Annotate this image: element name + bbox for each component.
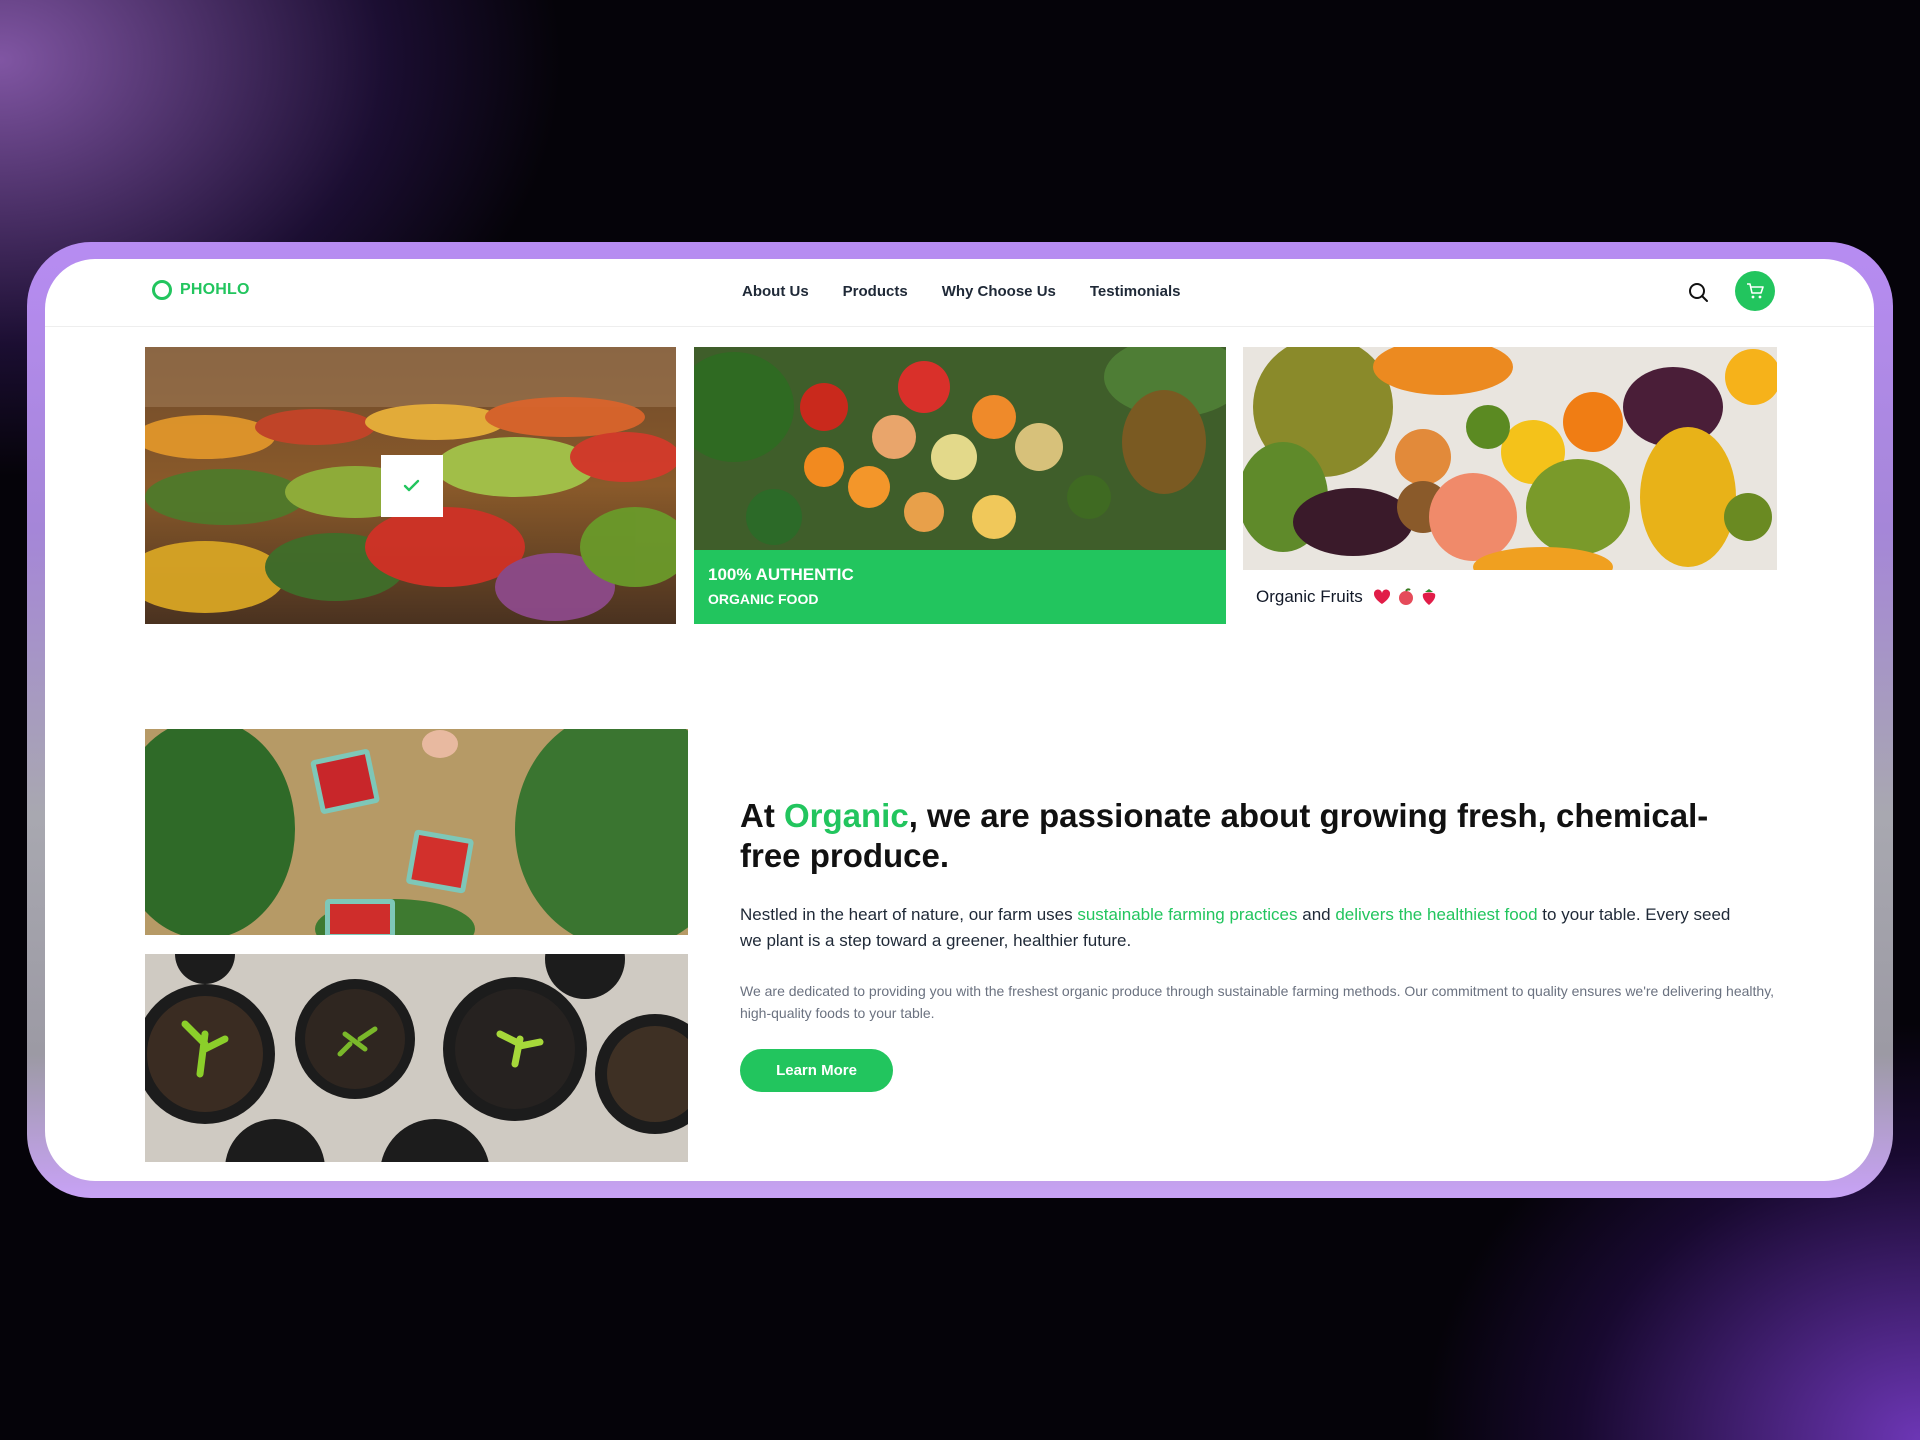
nav-about-us[interactable]: About Us [742,283,809,300]
authentic-subtitle: ORGANIC FOOD [708,591,819,607]
cart-icon [1747,283,1764,299]
fruits-caption: Organic Fruits [1243,570,1777,624]
apple-icon [1398,588,1413,605]
about-description: We are dedicated to providing you with t… [740,983,1775,1021]
lead-highlight-1: sustainable farming practices [1077,905,1298,924]
strawberry-icon [1422,589,1435,605]
fruits-label: Organic Fruits [1256,587,1363,606]
strawberry-field-image [145,729,688,935]
seedlings-pots-image [145,954,688,1162]
about-headline: At Organic, we are passionate about grow… [740,796,1740,876]
heart-icon [1373,589,1390,604]
check-icon [403,479,420,492]
search-icon[interactable] [1686,280,1712,306]
lead-part-2: and [1297,905,1336,924]
nav-testimonials[interactable]: Testimonials [1090,283,1181,300]
nav-why-choose-us[interactable]: Why Choose Us [942,283,1056,300]
learn-more-button[interactable]: Learn More [740,1049,893,1092]
lead-highlight-2: delivers the healthiest food [1335,905,1538,924]
browser-viewport: PHOHLO About Us Products Why Choose Us T… [45,259,1874,1181]
market-stall-image [145,347,676,624]
lead-part-1: Nestled in the heart of nature, our farm… [740,905,1078,924]
authentic-food-card: 100% AUTHENTIC ORGANIC FOOD [694,347,1226,624]
main-nav: About Us Products Why Choose Us Testimon… [742,283,1180,300]
logo-ring-icon [152,280,172,300]
about-lead: Nestled in the heart of nature, our farm… [740,902,1750,954]
headline-accent: Organic [784,797,909,834]
cart-button[interactable] [1735,271,1775,311]
check-badge [381,455,443,517]
logo[interactable]: PHOHLO [152,280,250,300]
fruit-emoji-row [1373,588,1437,606]
nav-products[interactable]: Products [843,283,908,300]
logo-text: PHOHLO [180,281,250,298]
headline-prefix: At [740,797,784,834]
organic-fruits-card: Organic Fruits [1243,347,1777,624]
authentic-title: 100% AUTHENTIC [708,565,854,584]
site-header: PHOHLO About Us Products Why Choose Us T… [45,259,1874,327]
authentic-banner: 100% AUTHENTIC ORGANIC FOOD [694,550,1226,624]
